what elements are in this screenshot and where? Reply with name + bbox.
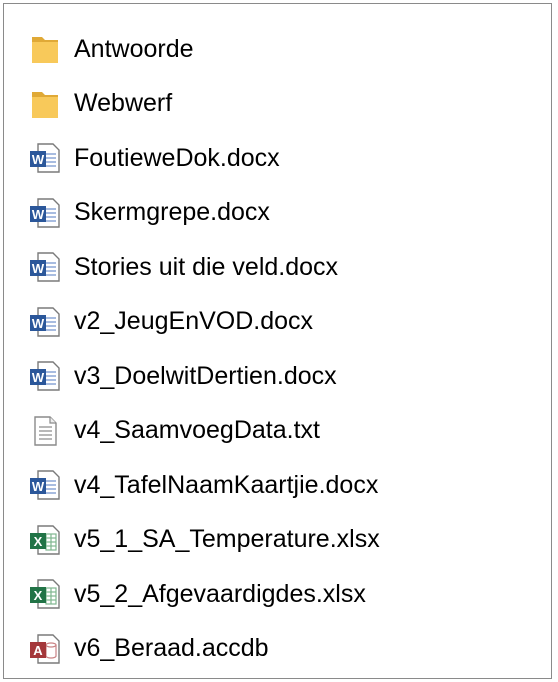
folder-icon [28,86,62,122]
word-document-icon: W [28,358,62,394]
svg-text:X: X [34,534,43,549]
list-item-file[interactable]: W v2_JeugEnVOD.docx [4,295,551,350]
list-item-file[interactable]: W FoutieweDok.docx [4,131,551,186]
file-explorer-pane: Antwoorde Webwerf W FoutieweDok.docx W S… [3,3,552,679]
file-name: Antwoorde [74,34,194,63]
svg-text:W: W [32,207,45,222]
file-name: Stories uit die veld.docx [74,252,339,281]
svg-text:W: W [32,316,45,331]
file-name: v5_1_SA_Temperature.xlsx [74,525,380,554]
file-name: v2_JeugEnVOD.docx [74,307,314,336]
list-item-file[interactable]: X v5_2_Afgevaardigdes.xlsx [4,567,551,622]
list-item-file[interactable]: X v5_1_SA_Temperature.xlsx [4,513,551,568]
word-document-icon: W [28,195,62,231]
excel-document-icon: X [28,522,62,558]
word-document-icon: W [28,140,62,176]
file-name: Skermgrepe.docx [74,198,270,227]
file-list: Antwoorde Webwerf W FoutieweDok.docx W S… [4,22,551,676]
list-item-folder-antwoorde[interactable]: Antwoorde [4,22,551,77]
file-name: v4_SaamvoegData.txt [74,416,320,445]
svg-text:A: A [33,643,43,658]
access-database-icon: A [28,631,62,667]
file-name: v6_Beraad.accdb [74,634,269,663]
svg-text:W: W [32,479,45,494]
text-document-icon [28,413,62,449]
list-item-folder-webwerf[interactable]: Webwerf [4,77,551,132]
list-item-file[interactable]: A v6_Beraad.accdb [4,622,551,677]
file-name: Webwerf [74,89,173,118]
word-document-icon: W [28,304,62,340]
word-document-icon: W [28,249,62,285]
file-name: v5_2_Afgevaardigdes.xlsx [74,579,366,608]
svg-text:W: W [32,370,45,385]
excel-document-icon: X [28,576,62,612]
svg-text:W: W [32,152,45,167]
file-name: v4_TafelNaamKaartjie.docx [74,470,379,499]
list-item-file[interactable]: W Skermgrepe.docx [4,186,551,241]
word-document-icon: W [28,467,62,503]
list-item-file[interactable]: W v4_TafelNaamKaartjie.docx [4,458,551,513]
list-item-file[interactable]: W v3_DoelwitDertien.docx [4,349,551,404]
svg-text:X: X [34,588,43,603]
list-item-file[interactable]: v4_SaamvoegData.txt [4,404,551,459]
list-item-file[interactable]: W Stories uit die veld.docx [4,240,551,295]
file-name: FoutieweDok.docx [74,143,280,172]
folder-icon [28,31,62,67]
svg-text:W: W [32,261,45,276]
file-name: v3_DoelwitDertien.docx [74,361,337,390]
